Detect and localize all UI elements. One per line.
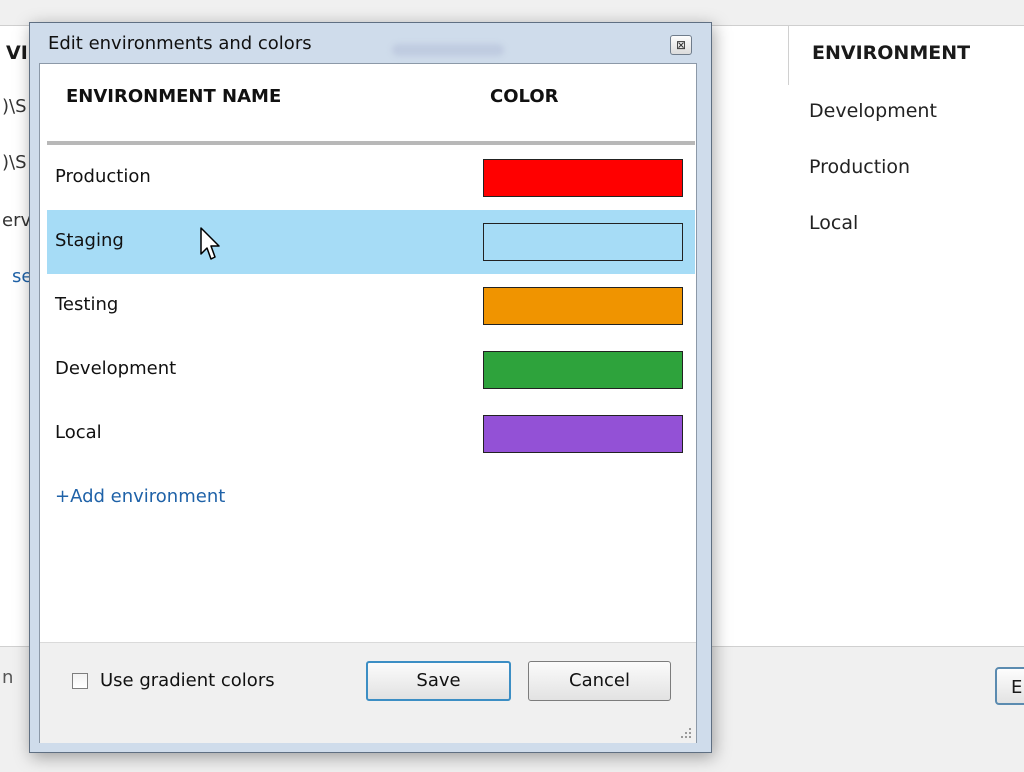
header-divider xyxy=(47,141,695,145)
column-headers: ENVIRONMENT NAME COLOR xyxy=(40,64,696,141)
environment-name: Testing xyxy=(55,294,119,315)
mouse-cursor-icon xyxy=(200,227,220,260)
color-swatch[interactable] xyxy=(483,159,683,197)
background-footer-fragment: n xyxy=(2,667,14,688)
environment-name: Staging xyxy=(55,230,124,251)
background-edge-button[interactable]: E xyxy=(995,667,1024,705)
background-left-cell: erv xyxy=(2,210,32,231)
environment-row[interactable]: Development xyxy=(47,338,695,402)
background-left-cell: )\S xyxy=(2,152,27,173)
background-column-divider xyxy=(788,25,789,85)
background-environment-header: ENVIRONMENT xyxy=(812,42,971,64)
background-column-fragment: VI xyxy=(6,42,28,64)
color-swatch[interactable] xyxy=(483,351,683,389)
color-header: COLOR xyxy=(490,86,559,107)
background-environment-cell: Development xyxy=(809,100,937,122)
environment-name: Production xyxy=(55,166,151,187)
background-environment-cell: Production xyxy=(809,156,911,178)
dialog-client-area: ENVIRONMENT NAME COLOR Production Stagin… xyxy=(39,63,697,743)
environment-row[interactable]: Staging xyxy=(47,210,695,274)
cancel-button[interactable]: Cancel xyxy=(528,661,671,701)
save-button[interactable]: Save xyxy=(366,661,511,701)
dialog-title: Edit environments and colors xyxy=(48,33,312,54)
background-environment-cell: Local xyxy=(809,212,859,234)
environment-row[interactable]: Testing xyxy=(47,274,695,338)
resize-grip-icon[interactable] xyxy=(680,727,692,739)
environment-row[interactable]: Production xyxy=(47,146,695,210)
edit-environments-dialog: Edit environments and colors ⊠ ENVIRONME… xyxy=(29,22,712,753)
close-button[interactable]: ⊠ xyxy=(670,35,692,55)
environment-row[interactable]: Local xyxy=(47,402,695,466)
background-left-cell: )\S xyxy=(2,96,27,117)
color-swatch[interactable] xyxy=(483,287,683,325)
color-swatch[interactable] xyxy=(483,223,683,261)
gradient-colors-label[interactable]: Use gradient colors xyxy=(100,670,275,691)
gradient-colors-checkbox[interactable] xyxy=(72,673,88,689)
add-environment-link[interactable]: +Add environment xyxy=(55,486,225,507)
dialog-footer: Use gradient colors Save Cancel xyxy=(40,642,696,743)
environment-name-header: ENVIRONMENT NAME xyxy=(66,86,282,107)
environment-name: Local xyxy=(55,422,102,443)
color-swatch[interactable] xyxy=(483,415,683,453)
title-blurred-text xyxy=(392,44,504,56)
environment-name: Development xyxy=(55,358,177,379)
